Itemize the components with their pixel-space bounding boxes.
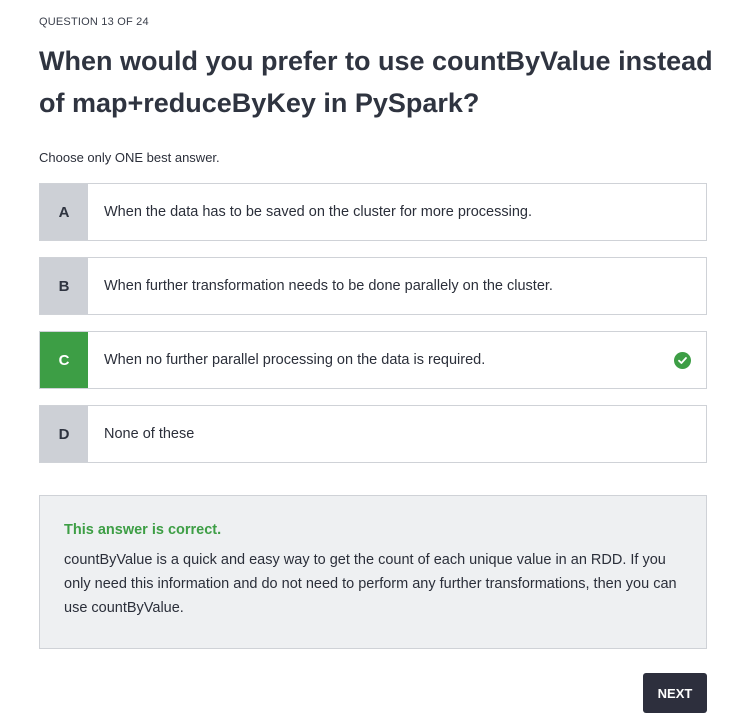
option-b[interactable]: B When further transformation needs to b…: [39, 257, 707, 315]
next-button[interactable]: NEXT: [643, 673, 707, 713]
option-letter: C: [40, 332, 88, 388]
option-text: When no further parallel processing on t…: [104, 352, 486, 368]
option-d[interactable]: D None of these: [39, 405, 707, 463]
check-circle-icon: [658, 332, 706, 388]
feedback-explanation: countByValue is a quick and easy way to …: [64, 552, 677, 616]
option-a[interactable]: A When the data has to be saved on the c…: [39, 183, 707, 241]
question-title: When would you prefer to use countByValu…: [39, 46, 713, 118]
option-text: When the data has to be saved on the clu…: [104, 204, 532, 220]
question-progress: QUESTION 13 OF 24: [39, 16, 149, 28]
option-c[interactable]: C When no further parallel processing on…: [39, 331, 707, 389]
answer-options: A When the data has to be saved on the c…: [39, 183, 707, 479]
option-text: When further transformation needs to be …: [104, 278, 553, 294]
option-letter: D: [40, 406, 88, 462]
answer-instruction: Choose only ONE best answer.: [39, 150, 220, 165]
option-letter: A: [40, 184, 88, 240]
option-letter: B: [40, 258, 88, 314]
answer-feedback-panel: This answer is correct. countByValue is …: [39, 495, 707, 649]
feedback-title: This answer is correct.: [64, 522, 222, 538]
option-text: None of these: [104, 426, 195, 442]
